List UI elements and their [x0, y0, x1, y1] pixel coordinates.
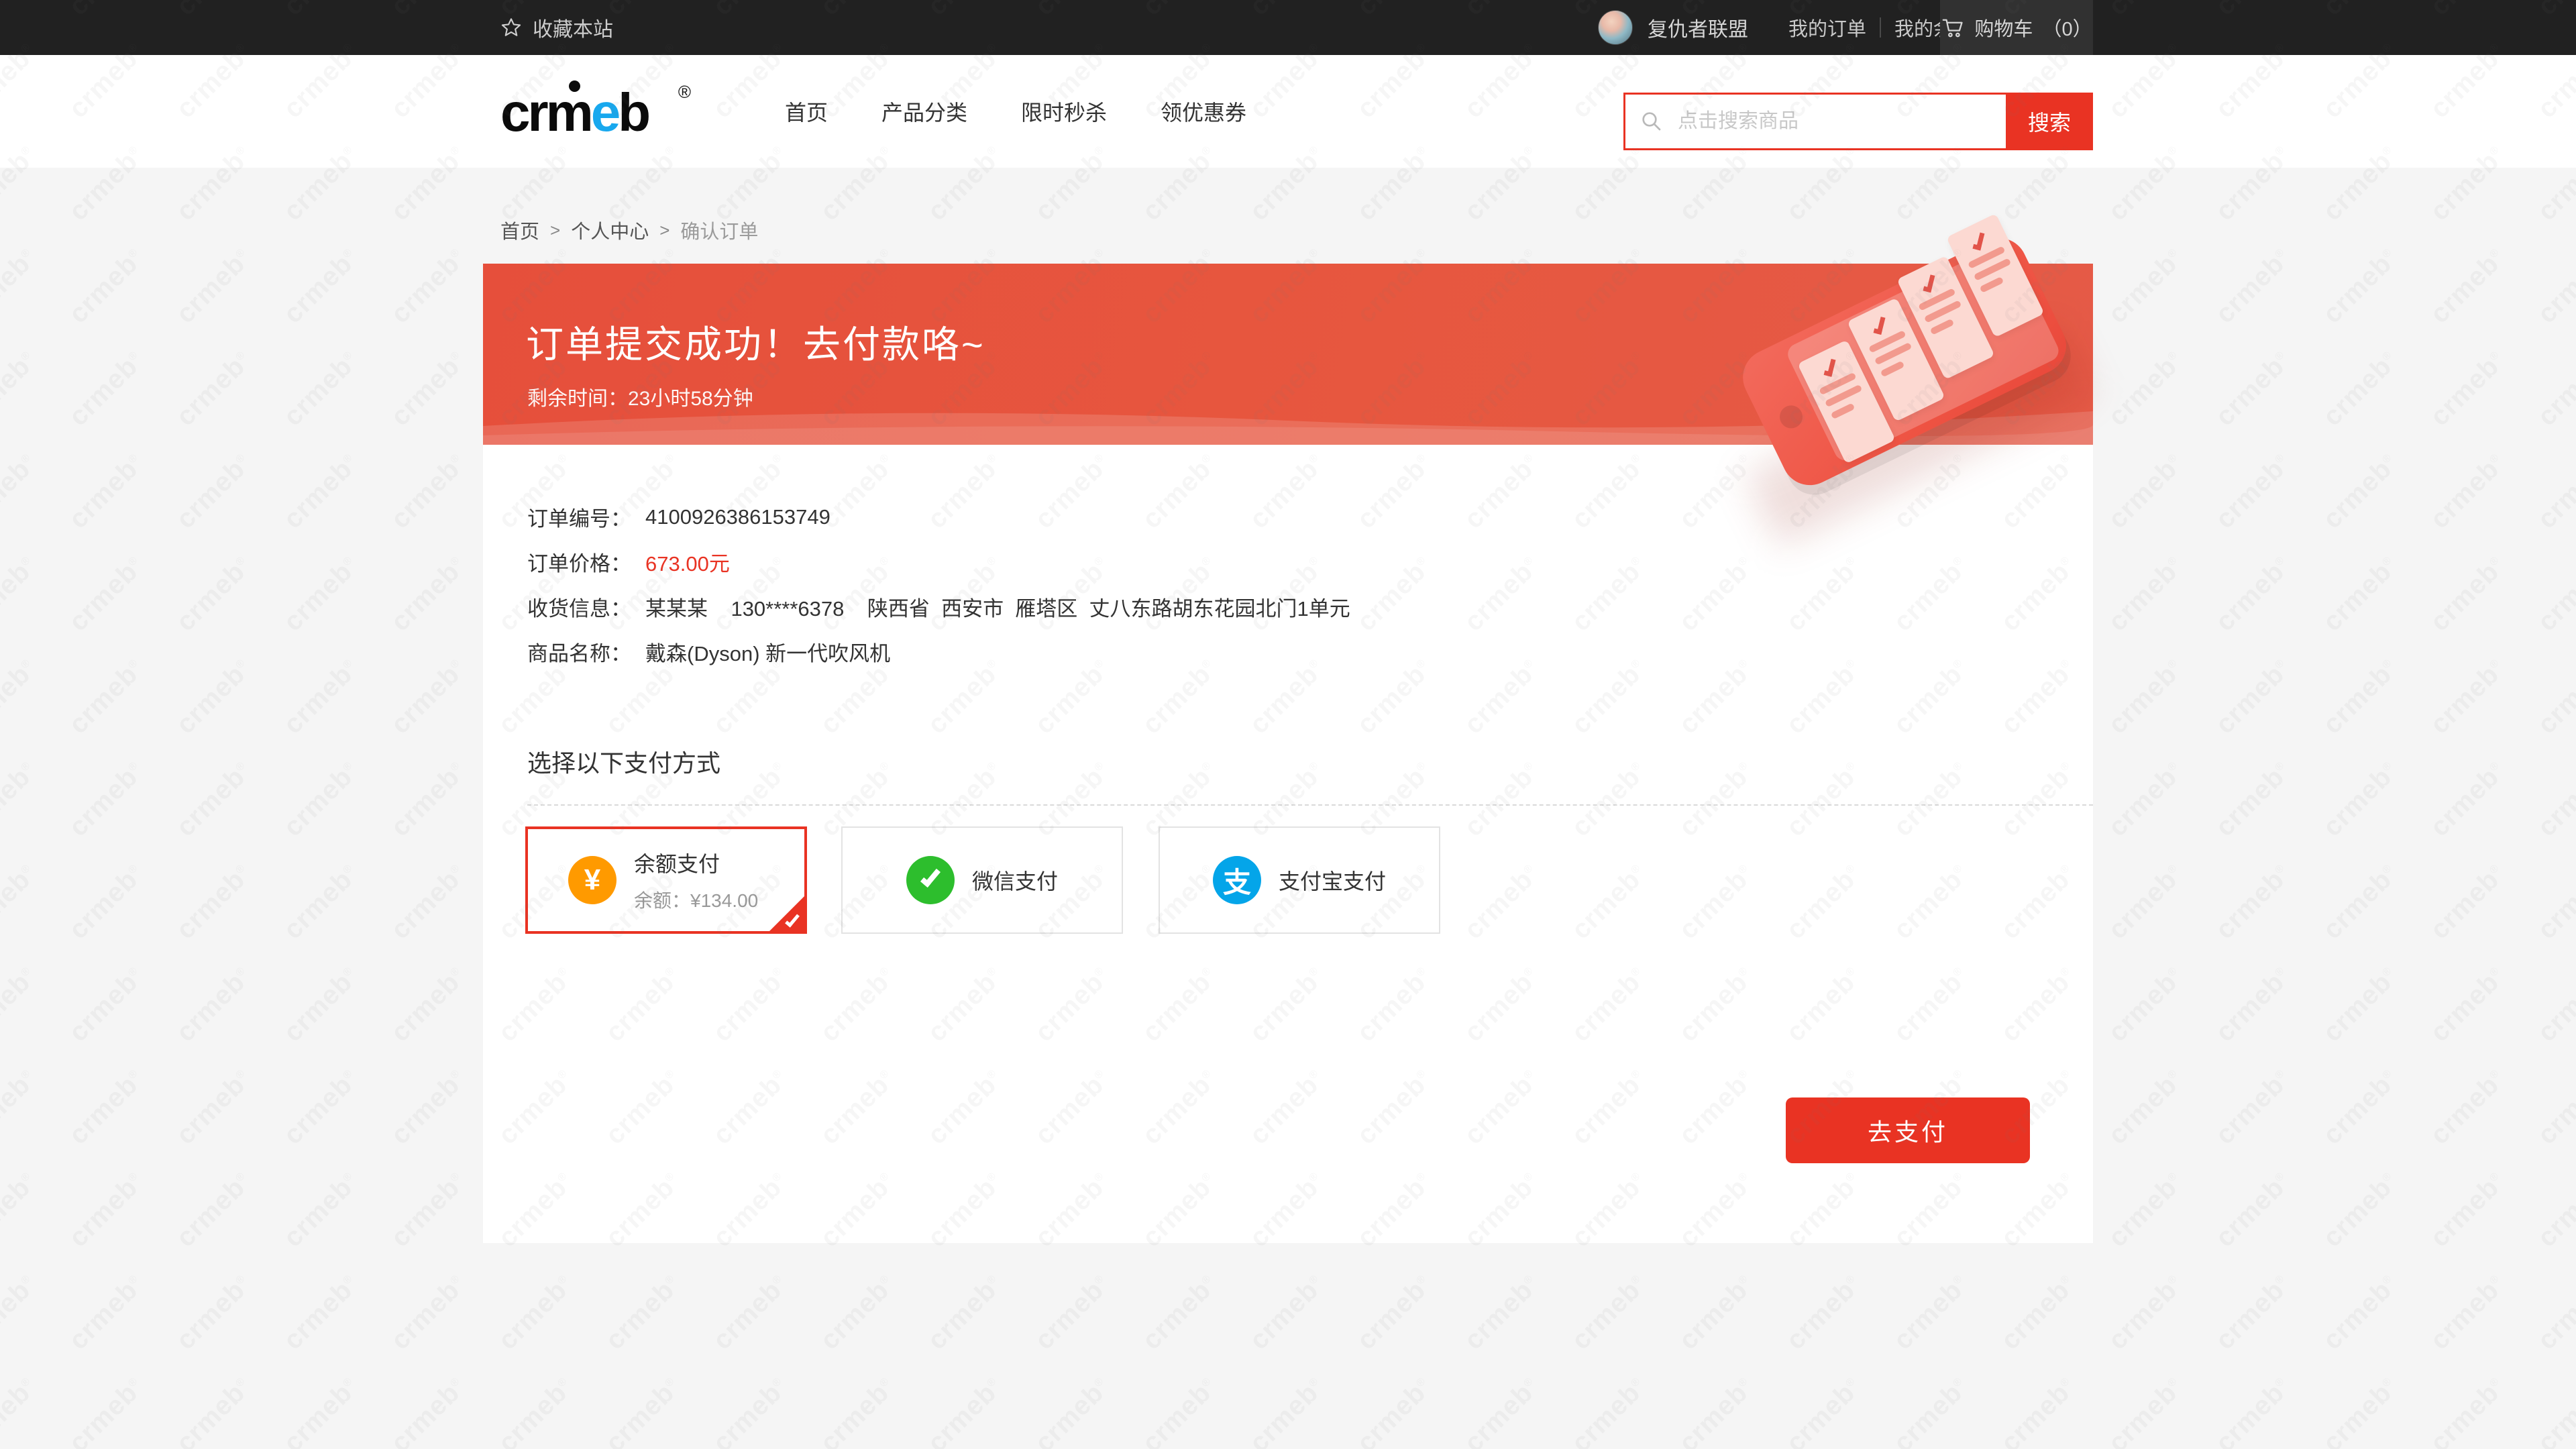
logo-dot [569, 80, 580, 92]
nav-product-categories[interactable]: 产品分类 [881, 96, 967, 127]
payment-method-alipay[interactable]: 支 支付宝支付 [1159, 826, 1440, 934]
dashed-divider [527, 804, 2093, 806]
search-input[interactable] [1623, 93, 2006, 150]
breadcrumb-home[interactable]: 首页 [500, 216, 539, 244]
payment-method-wechat[interactable]: 微信支付 [841, 826, 1123, 934]
order-result-card: 订单提交成功！去付款咯~ 剩余时间：23小时58分钟 订单编号： 4100926… [483, 264, 2093, 1243]
cart-count: （0） [2042, 13, 2092, 42]
shipping-info-row: 收货信息： 某某某 130****6378 陕西省 西安市 雁塔区 丈八东路胡东… [527, 584, 1350, 629]
search-button[interactable]: 搜索 [2006, 93, 2093, 150]
order-success-title: 订单提交成功！去付款咯~ [526, 315, 985, 369]
site-logo[interactable]: crmeb ® [500, 79, 675, 146]
main-nav: 首页 产品分类 限时秒杀 领优惠券 [785, 55, 1246, 168]
wechat-pay-label: 微信支付 [972, 865, 1058, 896]
balance-pay-label: 余额支付 [634, 847, 758, 878]
product-name-value: 戴森(Dyson) 新一代吹风机 [645, 637, 890, 667]
cart-icon [1941, 15, 1965, 40]
breadcrumb-separator: > [659, 220, 669, 241]
order-price-label: 订单价格： [527, 547, 645, 577]
order-number-value: 4100926386153749 [645, 505, 830, 529]
nav-home[interactable]: 首页 [785, 96, 828, 127]
breadcrumb: 首页 > 个人中心 > 确认订单 [500, 216, 758, 244]
my-orders-link[interactable]: 我的订单 [1788, 13, 1866, 42]
topbar-divider [1880, 17, 1881, 38]
favorite-site-label: 收藏本站 [533, 13, 613, 42]
product-name-row: 商品名称： 戴森(Dyson) 新一代吹风机 [527, 629, 1350, 674]
order-success-banner: 订单提交成功！去付款咯~ 剩余时间：23小时58分钟 [483, 264, 2093, 445]
site-header: crmeb ® 首页 产品分类 限时秒杀 领优惠券 搜索 [0, 55, 2576, 168]
go-pay-button[interactable]: 去支付 [1786, 1097, 2030, 1163]
nav-flash-sale[interactable]: 限时秒杀 [1021, 96, 1107, 127]
order-price-value: 673.00元 [645, 547, 730, 577]
yuan-coin-icon: ¥ [568, 856, 616, 904]
registered-mark: ® [678, 82, 691, 103]
breadcrumb-user-center[interactable]: 个人中心 [571, 216, 649, 244]
phone-home-button [1776, 402, 1806, 432]
nav-coupons[interactable]: 领优惠券 [1161, 96, 1246, 127]
star-icon [500, 17, 522, 38]
wechat-icon [906, 856, 955, 904]
breadcrumb-separator: > [550, 220, 560, 241]
search-icon [1640, 109, 1664, 133]
topbar: 收藏本站 复仇者联盟 我的订单 我的余额 购物车（0） [0, 0, 2576, 55]
balance-amount: 余额：¥134.00 [634, 886, 758, 913]
phone-checklist-illustration [1737, 223, 2073, 512]
shipping-info-label: 收货信息： [527, 592, 645, 622]
breadcrumb-current: 确认订单 [680, 216, 758, 244]
selected-corner-badge [769, 896, 805, 932]
order-price-row: 订单价格： 673.00元 [527, 539, 1350, 584]
order-number-row: 订单编号： 4100926386153749 [527, 494, 1350, 539]
alipay-icon: 支 [1213, 856, 1261, 904]
alipay-pay-label: 支付宝支付 [1279, 865, 1386, 896]
username[interactable]: 复仇者联盟 [1648, 13, 1748, 42]
payment-section-title: 选择以下支付方式 [527, 744, 720, 779]
order-summary: 订单编号： 4100926386153749 订单价格： 673.00元 收货信… [527, 494, 1350, 674]
shipping-info-value: 某某某 130****6378 陕西省 西安市 雁塔区 丈八东路胡东花园北门1单… [645, 592, 1350, 622]
order-number-label: 订单编号： [527, 502, 645, 532]
favorite-site-link[interactable]: 收藏本站 [500, 0, 613, 55]
user-avatar[interactable] [1598, 10, 1633, 45]
payment-method-balance[interactable]: ¥ 余额支付 余额：¥134.00 [525, 826, 807, 934]
product-name-label: 商品名称： [527, 637, 645, 667]
cart-button[interactable]: 购物车 （0） [1940, 0, 2093, 55]
cart-label: 购物车 [1974, 13, 2033, 42]
